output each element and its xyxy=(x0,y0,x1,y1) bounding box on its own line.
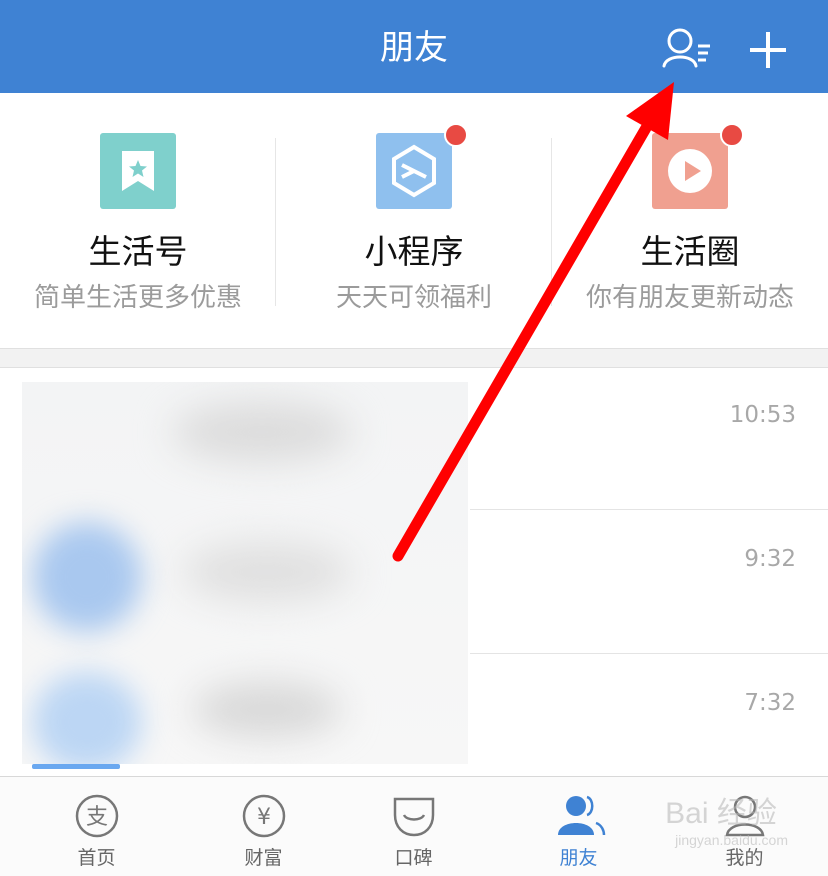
tab-koubei[interactable]: 口碑 xyxy=(331,777,496,876)
koubei-icon xyxy=(393,797,435,837)
tab-label: 财富 xyxy=(244,847,283,869)
alipay-icon: 支 xyxy=(75,794,119,838)
tab-label: 首页 xyxy=(77,847,116,869)
watermark: Bai 经验 jingyan.baidu.com xyxy=(665,788,788,848)
annotation-arrow xyxy=(392,82,674,562)
tab-label: 朋友 xyxy=(559,847,598,869)
friends-icon xyxy=(558,795,606,836)
tab-home[interactable]: 支 首页 xyxy=(14,777,179,876)
watermark-sub: jingyan.baidu.com xyxy=(675,832,788,848)
yen-icon: ¥ xyxy=(242,794,286,838)
tab-wealth[interactable]: ¥ 财富 xyxy=(181,777,346,876)
watermark-main: Bai 经验 xyxy=(665,797,777,830)
tab-label: 口碑 xyxy=(394,847,433,869)
svg-text:¥: ¥ xyxy=(257,805,271,830)
svg-text:支: 支 xyxy=(86,805,108,830)
tab-friends[interactable]: 朋友 xyxy=(496,777,661,876)
